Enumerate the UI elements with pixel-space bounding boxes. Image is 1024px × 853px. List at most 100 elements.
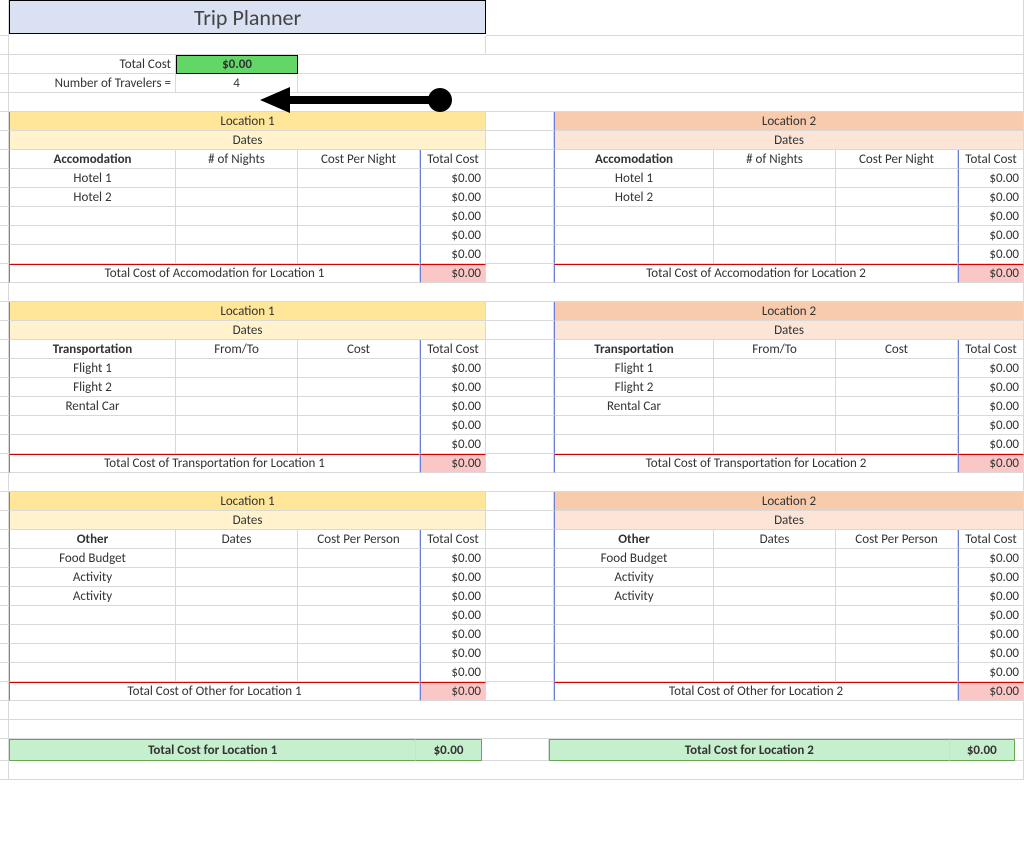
other-loc1-colA: Other [9, 530, 176, 549]
transport-loc1-colC: Cost [298, 340, 420, 359]
accom-loc1-rowval: $0.00 [420, 188, 486, 207]
transport-loc2-rowlabel[interactable]: Flight 1 [554, 359, 714, 378]
accom-loc2-rowlabel[interactable]: Hotel 1 [554, 169, 714, 188]
other-loc1-rowval: $0.00 [420, 587, 486, 606]
transport-loc2-rowval: $0.00 [958, 416, 1024, 435]
transport-loc1-colB: From/To [176, 340, 298, 359]
accom-loc1-colD: Total Cost [420, 150, 486, 169]
other-loc1-rowlabel[interactable] [9, 663, 176, 682]
accom-loc2-rowlabel[interactable] [554, 207, 714, 226]
other-loc1-colB: Dates [176, 530, 298, 549]
transport-loc2-rowval: $0.00 [958, 359, 1024, 378]
loc1-total-label: Total Cost for Location 1 [9, 739, 416, 761]
other-loc2-rowlabel[interactable]: Food Budget [554, 549, 714, 568]
other-loc2-rowlabel[interactable] [554, 663, 714, 682]
other-loc2-colA: Other [554, 530, 714, 549]
accom-loc1-rowval: $0.00 [420, 169, 486, 188]
other-loc1-rowval: $0.00 [420, 644, 486, 663]
other-loc2-colC: Cost Per Person [836, 530, 958, 549]
transport-loc1-rowlabel[interactable]: Rental Car [9, 397, 176, 416]
other-loc1-header: Location 1 [9, 492, 486, 511]
transport-loc2-colD: Total Cost [958, 340, 1024, 359]
other-loc1-sumlabel: Total Cost of Other for Location 1 [9, 682, 420, 701]
accom-loc1-rowlabel[interactable] [9, 207, 176, 226]
other-loc2-sumlabel: Total Cost of Other for Location 2 [554, 682, 958, 701]
other-loc2-dates: Dates [554, 511, 1024, 530]
other-loc1-rowlabel[interactable] [9, 644, 176, 663]
accom-loc2-rowlabel[interactable]: Hotel 2 [554, 188, 714, 207]
transport-loc1-rowlabel[interactable] [9, 435, 176, 454]
total-cost-label: Total Cost [9, 55, 176, 74]
transport-loc1-rowlabel[interactable] [9, 416, 176, 435]
other-loc1-rowlabel[interactable] [9, 606, 176, 625]
transport-loc2-rowlabel[interactable]: Flight 2 [554, 378, 714, 397]
transport-loc2-colA: Transportation [554, 340, 714, 359]
transport-loc2-header: Location 2 [554, 302, 1024, 321]
accom-loc1-rowlabel[interactable] [9, 226, 176, 245]
transport-loc2-dates: Dates [554, 321, 1024, 340]
other-loc2-header: Location 2 [554, 492, 1024, 511]
transport-loc1-rowval: $0.00 [420, 435, 486, 454]
transport-loc2-rowlabel[interactable] [554, 435, 714, 454]
accom-loc1-rowlabel[interactable] [9, 245, 176, 264]
other-loc1-rowlabel[interactable] [9, 625, 176, 644]
transport-loc1-dates: Dates [9, 321, 486, 340]
other-loc1-rowlabel[interactable]: Activity [9, 568, 176, 587]
other-loc2-rowval: $0.00 [958, 587, 1024, 606]
loc2-total-label: Total Cost for Location 2 [549, 739, 949, 761]
accom-loc1-rowlabel[interactable]: Hotel 1 [9, 169, 176, 188]
accom-loc2-colC: Cost Per Night [836, 150, 958, 169]
transport-loc1-sumlabel: Total Cost of Transportation for Locatio… [9, 454, 420, 473]
other-loc1-rowval: $0.00 [420, 549, 486, 568]
accom-loc2-header: Location 2 [554, 112, 1024, 131]
transport-loc1-rowlabel[interactable]: Flight 2 [9, 378, 176, 397]
loc2-total-value: $0.00 [950, 739, 1015, 761]
accom-loc2-colB: # of Nights [714, 150, 836, 169]
other-loc2-colB: Dates [714, 530, 836, 549]
transport-loc2-colC: Cost [836, 340, 958, 359]
accom-loc1-sumval: $0.00 [420, 264, 486, 283]
other-loc1-rowval: $0.00 [420, 663, 486, 682]
accom-loc1-colA: Accomodation [9, 150, 176, 169]
transport-loc2-rowlabel[interactable]: Rental Car [554, 397, 714, 416]
travelers-value[interactable]: 4 [176, 74, 298, 93]
other-loc1-rowlabel[interactable]: Food Budget [9, 549, 176, 568]
transport-loc2-sumval: $0.00 [958, 454, 1024, 473]
other-loc2-rowlabel[interactable]: Activity [554, 587, 714, 606]
transport-loc1-rowval: $0.00 [420, 397, 486, 416]
transport-loc1-rowval: $0.00 [420, 416, 486, 435]
transport-loc2-sumlabel: Total Cost of Transportation for Locatio… [554, 454, 958, 473]
accom-loc2-rowval: $0.00 [958, 226, 1024, 245]
accom-loc2-rowlabel[interactable] [554, 245, 714, 264]
loc1-total-value: $0.00 [416, 739, 481, 761]
total-cost-value: $0.00 [176, 55, 298, 74]
other-loc1-rowlabel[interactable]: Activity [9, 587, 176, 606]
accom-loc2-sumval: $0.00 [958, 264, 1024, 283]
other-loc2-rowlabel[interactable] [554, 606, 714, 625]
transport-loc2-rowlabel[interactable] [554, 416, 714, 435]
transport-loc1-rowlabel[interactable]: Flight 1 [9, 359, 176, 378]
accom-loc1-rowlabel[interactable]: Hotel 2 [9, 188, 176, 207]
page-title: Trip Planner [9, 0, 486, 34]
transport-loc1-rowval: $0.00 [420, 359, 486, 378]
accom-loc2-colA: Accomodation [554, 150, 714, 169]
accom-loc1-rowval: $0.00 [420, 207, 486, 226]
accom-loc2-dates: Dates [554, 131, 1024, 150]
travelers-label: Number of Travelers = [9, 74, 176, 93]
accom-loc2-colD: Total Cost [958, 150, 1024, 169]
other-loc2-rowlabel[interactable] [554, 625, 714, 644]
spreadsheet[interactable]: Trip Planner Total Cost $0.00 Number of … [0, 0, 1024, 780]
accom-loc2-rowlabel[interactable] [554, 226, 714, 245]
other-loc2-rowlabel[interactable] [554, 644, 714, 663]
accom-loc2-sumlabel: Total Cost of Accomodation for Location … [554, 264, 958, 283]
accom-loc1-colC: Cost Per Night [298, 150, 420, 169]
transport-loc2-rowval: $0.00 [958, 435, 1024, 454]
accom-loc1-rowval: $0.00 [420, 226, 486, 245]
transport-loc1-rowval: $0.00 [420, 378, 486, 397]
transport-loc1-sumval: $0.00 [420, 454, 486, 473]
other-loc2-rowlabel[interactable]: Activity [554, 568, 714, 587]
other-loc2-rowval: $0.00 [958, 625, 1024, 644]
other-loc2-rowval: $0.00 [958, 549, 1024, 568]
other-loc2-rowval: $0.00 [958, 568, 1024, 587]
accom-loc1-header: Location 1 [9, 112, 486, 131]
